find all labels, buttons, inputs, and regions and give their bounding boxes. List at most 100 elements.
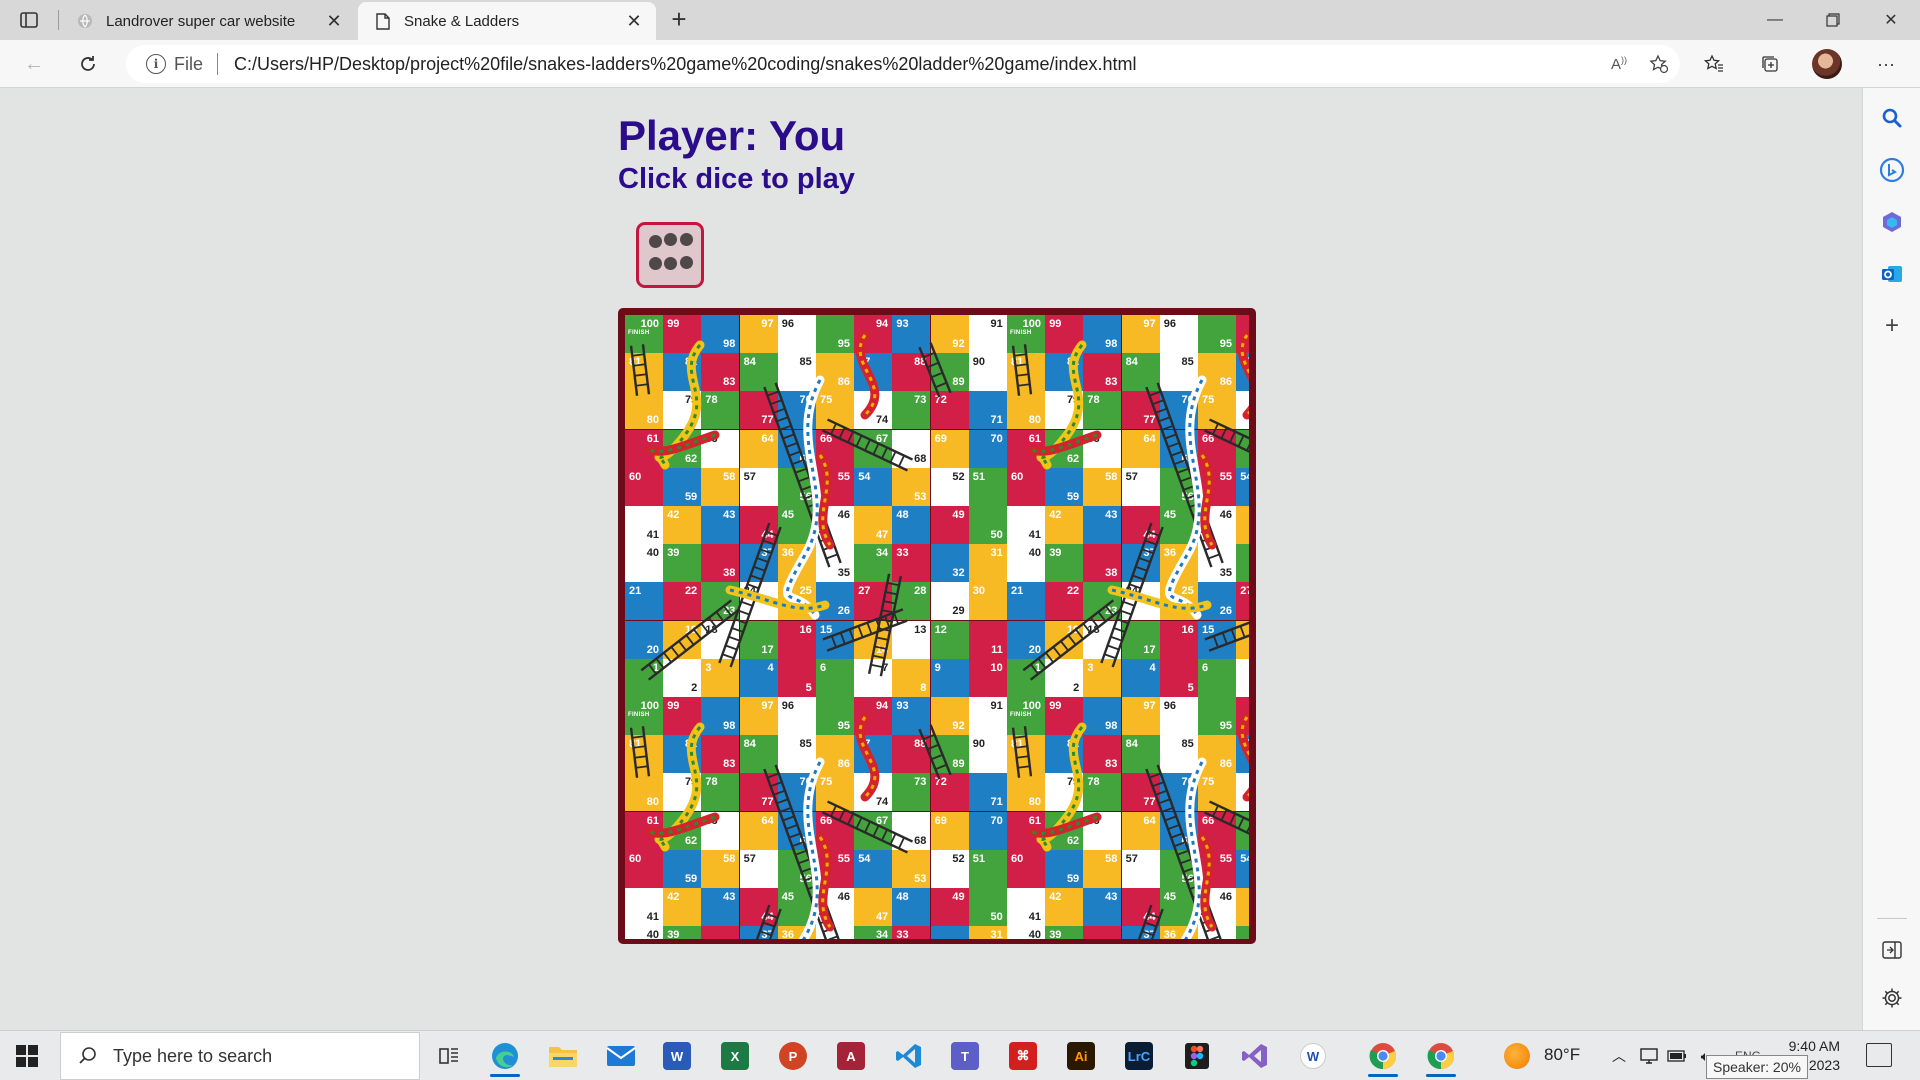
new-tab-button[interactable]: + (664, 6, 694, 34)
task-view-icon (439, 1048, 458, 1064)
network-icon[interactable] (1638, 1045, 1660, 1067)
read-aloud-button[interactable]: A)) (1604, 49, 1634, 79)
dice-pip (664, 233, 677, 246)
taskbar-search[interactable]: Type here to search (60, 1032, 420, 1080)
dice-pip (680, 256, 693, 269)
sidebar-copilot-button[interactable] (1876, 206, 1908, 238)
taskbar-acrobat[interactable]: ⌘ (1000, 1035, 1046, 1077)
close-window-button[interactable]: ✕ (1862, 0, 1920, 40)
weather-temp[interactable]: 80°F (1544, 1045, 1580, 1065)
player-title: Player: You (618, 112, 846, 159)
info-icon[interactable]: i (146, 54, 166, 74)
sidebar-outlook-button[interactable] (1876, 258, 1908, 290)
address-bar[interactable]: i File C:/Users/HP/Desktop/project%20fil… (126, 45, 1680, 83)
sidebar-settings-button[interactable] (1876, 982, 1908, 1014)
taskbar-vscode[interactable] (886, 1035, 932, 1077)
restore-button[interactable] (1804, 0, 1862, 40)
tab-strip: Landrover super car website ✕ Snake & La… (0, 0, 1920, 40)
search-icon (79, 1047, 96, 1064)
taskbar-file-explorer[interactable] (540, 1035, 586, 1077)
minimize-button[interactable]: — (1746, 0, 1804, 40)
dice-pip (649, 257, 662, 270)
bing-chat-icon (1879, 157, 1905, 183)
windows-logo-icon (16, 1057, 26, 1067)
ladder (821, 418, 914, 472)
start-button[interactable] (16, 1045, 38, 1067)
access-icon: A (837, 1042, 865, 1070)
sidebar-bing-button[interactable] (1876, 154, 1908, 186)
taskbar-chrome-2[interactable] (1418, 1035, 1464, 1077)
close-tab-icon[interactable]: ✕ (624, 11, 644, 31)
sidebar-search-button[interactable] (1876, 102, 1908, 134)
tab-actions-button[interactable] (14, 8, 44, 32)
collections-icon (1762, 56, 1778, 72)
task-view-button[interactable] (426, 1035, 472, 1077)
refresh-icon (81, 56, 95, 71)
taskbar-w-app[interactable]: W (1290, 1035, 1336, 1077)
tab-separator (58, 10, 59, 30)
taskbar-chrome[interactable] (1360, 1035, 1406, 1077)
url-text: C:/Users/HP/Desktop/project%20file/snake… (234, 53, 1137, 74)
search-icon (1882, 108, 1902, 128)
game-board[interactable]: 100 FINISH 99 98 97 96 95 94 93 92 91 81 82 83 84 85 86 8… (618, 308, 1256, 944)
star-add-icon (1649, 54, 1669, 74)
back-button[interactable]: ← (18, 49, 50, 79)
taskbar-figma[interactable] (1174, 1035, 1220, 1077)
gear-icon (1882, 988, 1902, 1008)
folder-icon (549, 1047, 577, 1067)
profile-avatar[interactable] (1812, 49, 1842, 79)
battery-icon[interactable] (1666, 1045, 1688, 1067)
vscode-icon (896, 1044, 921, 1068)
battery-level-icon (1667, 1050, 1686, 1062)
taskbar-word[interactable]: W (654, 1035, 700, 1077)
taskbar-illustrator[interactable]: Ai (1058, 1035, 1104, 1077)
taskbar-edge[interactable] (482, 1035, 528, 1077)
favorites-button[interactable] (1698, 49, 1730, 79)
snake (815, 832, 835, 932)
plus-icon: + (1884, 312, 1899, 339)
sidebar-add-button[interactable]: + (1876, 310, 1908, 342)
teams-icon: T (951, 1042, 979, 1070)
snakes-and-ladders-art (629, 330, 1249, 939)
tab-landrover[interactable]: Landrover super car website ✕ (60, 2, 356, 40)
show-hidden-icons-button[interactable]: ︿ (1608, 1045, 1630, 1067)
snake (798, 757, 825, 939)
notification-center-icon[interactable] (1866, 1043, 1892, 1067)
collections-button[interactable] (1754, 49, 1786, 79)
taskbar-excel[interactable]: X (712, 1035, 758, 1077)
taskbar-visual-studio[interactable] (1232, 1035, 1278, 1077)
back-arrow-icon: ← (24, 52, 44, 75)
dice-pip (649, 235, 662, 248)
ladder (822, 608, 908, 652)
taskbar-lightroom[interactable]: LrC (1116, 1035, 1162, 1077)
dice-button[interactable] (636, 222, 704, 288)
ladder (629, 726, 651, 778)
taskbar-powerpoint[interactable]: P (770, 1035, 816, 1077)
snake (1197, 450, 1217, 550)
figma-icon (1185, 1043, 1209, 1069)
add-favorite-button[interactable] (1644, 49, 1674, 79)
chrome-icon (1369, 1043, 1396, 1070)
minimize-icon: — (1767, 11, 1783, 28)
taskbar-teams[interactable]: T (942, 1035, 988, 1077)
taskbar-access[interactable]: A (828, 1035, 874, 1077)
tab-snake-ladders[interactable]: Snake & Ladders ✕ (358, 2, 656, 40)
snake (855, 712, 880, 802)
snake (815, 450, 835, 550)
speaker-tooltip: Speaker: 20% (1706, 1055, 1808, 1079)
refresh-button[interactable] (72, 49, 104, 79)
ladder (1203, 418, 1249, 453)
taskbar-mail[interactable] (598, 1035, 644, 1077)
dice-pip (664, 257, 677, 270)
more-menu-button[interactable]: ··· (1870, 49, 1902, 79)
windows-logo-icon (28, 1045, 38, 1055)
snake (725, 585, 830, 613)
ladder (1203, 800, 1249, 835)
read-aloud-icon: A)) (1610, 55, 1627, 73)
close-icon: ✕ (1884, 12, 1898, 29)
hide-sidebar-button[interactable] (1876, 934, 1908, 966)
weather-icon[interactable] (1504, 1043, 1530, 1069)
close-tab-icon[interactable]: ✕ (324, 11, 344, 31)
mail-icon (606, 1046, 636, 1066)
snake (855, 330, 880, 420)
